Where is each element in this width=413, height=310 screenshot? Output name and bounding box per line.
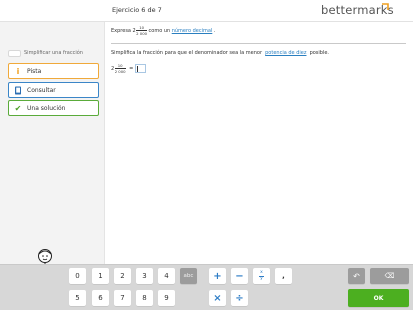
key-1[interactable]: 1 — [92, 268, 109, 284]
sidebar: Simplificar una fracción i Pista Consult… — [0, 22, 105, 286]
key-decimal-comma[interactable]: , — [275, 268, 292, 284]
task-prefix: Expresa — [111, 27, 131, 34]
task-suffix: . — [213, 27, 216, 34]
simplify-checkbox-row[interactable]: Simplificar una fracción — [8, 49, 83, 57]
task-fraction: 10 2 000 — [136, 25, 148, 36]
key-plus[interactable]: + — [209, 268, 226, 284]
check-icon: ✔ — [14, 103, 22, 113]
simplify-checkbox-label: Simplificar una fracción — [24, 50, 83, 56]
consult-button-label: Consultar — [27, 86, 56, 94]
equation-mixed-number: 2 10 2 000 — [111, 64, 126, 74]
backspace-icon: ⌫ — [384, 272, 395, 280]
exercise-title: Ejercicio 6 de 7 — [112, 6, 162, 14]
key-9[interactable]: 9 — [158, 290, 175, 306]
divider — [111, 43, 406, 44]
undo-icon: ↶ — [353, 271, 360, 281]
key-minus[interactable]: − — [231, 268, 248, 284]
header-bar: Ejercicio 6 de 7 bettermarks — [0, 0, 413, 22]
hint-button-label: Pista — [27, 67, 42, 75]
key-abc[interactable]: abc — [180, 268, 197, 284]
fraction-key-top: x — [260, 269, 263, 275]
equation-denominator: 2 000 — [114, 68, 126, 74]
fraction-key-bottom: y — [260, 276, 263, 281]
info-icon: i — [16, 66, 20, 76]
simplify-checkbox[interactable] — [8, 49, 21, 57]
key-fraction[interactable]: x y — [253, 268, 270, 284]
key-8[interactable]: 8 — [136, 290, 153, 306]
book-icon — [14, 86, 22, 95]
key-times[interactable]: × — [209, 290, 226, 306]
exercise-content: Expresa 2 10 2 000 como un número decima… — [106, 22, 413, 264]
key-5[interactable]: 5 — [69, 290, 86, 306]
task-middle: como un — [148, 27, 171, 34]
math-keypad: 0 1 2 3 4 abc 5 6 7 8 9 + − x y , × ÷ ↶ … — [0, 264, 413, 310]
ok-button[interactable]: OK — [348, 289, 409, 307]
task-mixed-number: 2 10 2 000 — [132, 25, 148, 36]
consult-button[interactable]: Consultar — [8, 82, 99, 98]
logo-mark-icon — [382, 3, 389, 10]
undo-button[interactable]: ↶ — [348, 268, 365, 284]
equation-fraction: 10 2 000 — [114, 63, 126, 74]
task-numerator: 10 — [139, 25, 145, 30]
equation-numerator: 10 — [117, 63, 123, 68]
key-4[interactable]: 4 — [158, 268, 175, 284]
key-7[interactable]: 7 — [114, 290, 131, 306]
equals-sign: = — [129, 65, 134, 72]
key-3[interactable]: 3 — [136, 268, 153, 284]
backspace-button[interactable]: ⌫ — [370, 268, 409, 284]
key-divide[interactable]: ÷ — [231, 290, 248, 306]
instruction-text-2: posible. — [309, 50, 330, 56]
key-2[interactable]: 2 — [114, 268, 131, 284]
text-caret — [137, 65, 138, 72]
key-6[interactable]: 6 — [92, 290, 109, 306]
task-denominator: 2 000 — [136, 30, 148, 36]
instruction-text-1: Simplifica la fracción para que el denom… — [111, 50, 263, 56]
solution-button[interactable]: ✔ Una solución — [8, 100, 99, 116]
power-of-ten-link[interactable]: potencia de diez — [265, 50, 306, 56]
answer-input[interactable] — [135, 64, 147, 74]
equation: 2 10 2 000 = — [111, 64, 147, 74]
key-0[interactable]: 0 — [69, 268, 86, 284]
hint-button[interactable]: i Pista — [8, 63, 99, 79]
task-statement: Expresa 2 10 2 000 como un número decima… — [111, 26, 215, 36]
instruction: Simplifica la fracción para que el denom… — [111, 50, 329, 56]
decimal-number-link[interactable]: número decimal — [172, 28, 213, 34]
solution-button-label: Una solución — [27, 104, 66, 112]
